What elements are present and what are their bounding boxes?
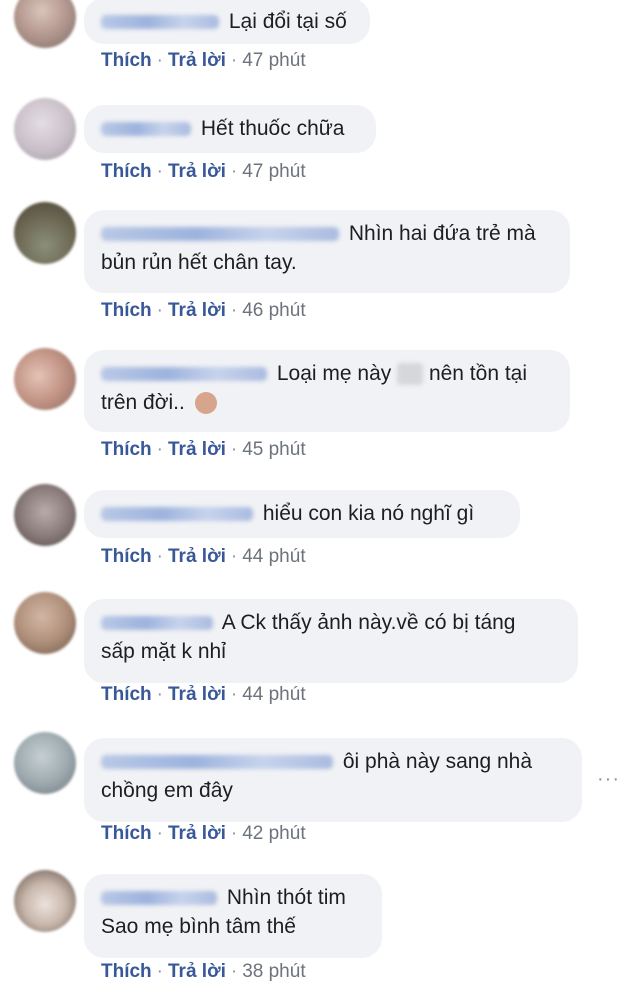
like-link[interactable]: Thích [101, 300, 152, 322]
commenter-name[interactable] [101, 891, 217, 906]
like-link[interactable]: Thích [101, 50, 152, 72]
like-link[interactable]: Thích [101, 161, 152, 183]
comment-text-line2: chồng em đây [101, 779, 233, 802]
comment-bubble: Hết thuốc chữa [84, 105, 376, 153]
timestamp[interactable]: 46 phút [242, 300, 305, 322]
reply-link[interactable]: Trả lời [168, 546, 226, 568]
reply-link[interactable]: Trả lời [168, 823, 226, 845]
commenter-name[interactable] [101, 122, 191, 137]
timestamp[interactable]: 42 phút [242, 823, 305, 845]
commenter-name[interactable] [101, 15, 219, 30]
timestamp[interactable]: 45 phút [242, 439, 305, 461]
comment-text-line2: bủn rủn hết chân tay. [101, 251, 297, 274]
like-link[interactable]: Thích [101, 684, 152, 706]
commenter-name[interactable] [101, 367, 267, 382]
avatar[interactable] [14, 484, 76, 546]
comment-actions: Thích · Trả lời · 47 phút [101, 50, 306, 72]
like-link[interactable]: Thích [101, 961, 152, 983]
comment-bubble: Lại đổi tại số [84, 0, 370, 44]
emoji-icon [194, 392, 217, 415]
avatar[interactable] [14, 870, 76, 932]
comment-bubble: ôi phà này sang nhà chồng em đây [84, 738, 582, 822]
commenter-name[interactable] [101, 227, 339, 242]
comment-actions: Thích · Trả lời · 44 phút [101, 684, 306, 706]
comment-actions: Thích · Trả lời · 46 phút [101, 300, 306, 322]
comment-actions: Thích · Trả lời · 44 phút [101, 546, 306, 568]
reply-link[interactable]: Trả lời [168, 961, 226, 983]
timestamp[interactable]: 47 phút [242, 50, 305, 72]
avatar[interactable] [14, 348, 76, 410]
reply-link[interactable]: Trả lời [168, 161, 226, 183]
reply-link[interactable]: Trả lời [168, 684, 226, 706]
commenter-name[interactable] [101, 755, 333, 770]
comment-bubble: Loại mẹ này nên tồn tại trên đời.. [84, 350, 570, 432]
reply-link[interactable]: Trả lời [168, 439, 226, 461]
comment-text: hiểu con kia nó nghĩ gì [262, 502, 475, 525]
avatar[interactable] [14, 0, 76, 48]
avatar[interactable] [14, 202, 76, 264]
comment-text-line1: ôi phà này sang nhà [342, 750, 532, 773]
avatar[interactable] [14, 592, 76, 654]
comment-bubble: A Ck thấy ảnh này.về có bị táng sấp mặt … [84, 599, 578, 683]
avatar[interactable] [14, 732, 76, 794]
comment-text-line2: sấp mặt k nhỉ [101, 640, 226, 663]
timestamp[interactable]: 44 phút [242, 684, 305, 706]
comment-text-line2: Sao mẹ bình tâm thế [101, 915, 296, 938]
commenter-name[interactable] [101, 616, 213, 631]
censored-word [397, 363, 424, 386]
comment-text-part2: nên tồn tại [428, 362, 528, 385]
comment-bubble: hiểu con kia nó nghĩ gì [84, 490, 520, 538]
reply-link[interactable]: Trả lời [168, 50, 226, 72]
comment-text: Lại đổi tại số [228, 10, 347, 33]
comment-text: Hết thuốc chữa [200, 117, 345, 140]
comment-bubble: Nhìn thót tim Sao mẹ bình tâm thế [84, 874, 382, 958]
comment-actions: Thích · Trả lời · 38 phút [101, 961, 306, 983]
like-link[interactable]: Thích [101, 823, 152, 845]
timestamp[interactable]: 47 phút [242, 161, 305, 183]
comment-text-line1: A Ck thấy ảnh này.về có bị táng [221, 611, 516, 634]
comment-text-line2: trên đời.. [101, 391, 185, 414]
commenter-name[interactable] [101, 507, 253, 522]
comment-actions: Thích · Trả lời · 45 phút [101, 439, 306, 461]
comment-text-part1: Loại mẹ này [276, 362, 392, 385]
like-link[interactable]: Thích [101, 439, 152, 461]
comment-bubble: Nhìn hai đứa trẻ mà bủn rủn hết chân tay… [84, 210, 570, 293]
more-horizontal-icon[interactable]: ··· [597, 769, 620, 789]
comment-actions: Thích · Trả lời · 47 phút [101, 161, 306, 183]
timestamp[interactable]: 44 phút [242, 546, 305, 568]
comment-text-line1: Nhìn thót tim [226, 886, 346, 909]
comment-actions: Thích · Trả lời · 42 phút [101, 823, 306, 845]
like-link[interactable]: Thích [101, 546, 152, 568]
reply-link[interactable]: Trả lời [168, 300, 226, 322]
avatar[interactable] [14, 98, 76, 160]
comment-text-line1: Nhìn hai đứa trẻ mà [348, 222, 536, 245]
timestamp[interactable]: 38 phút [242, 961, 305, 983]
